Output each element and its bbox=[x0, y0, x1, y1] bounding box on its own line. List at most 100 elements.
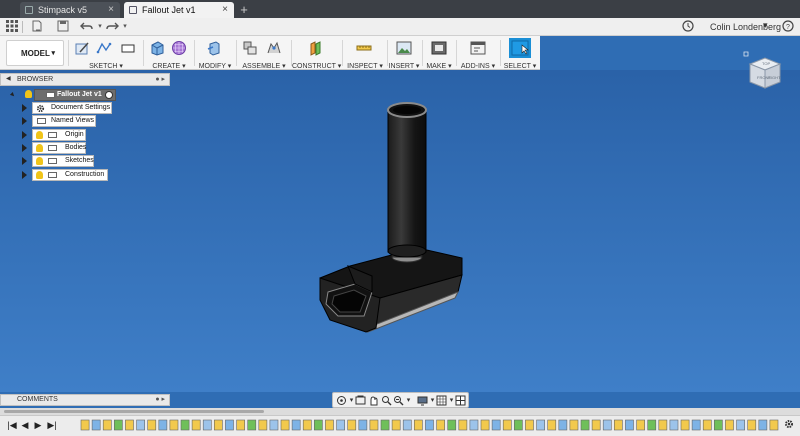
activate-component-icon[interactable] bbox=[105, 91, 113, 99]
browser-root-node[interactable]: Fallout Jet v1 bbox=[34, 89, 116, 101]
undo-icon[interactable] bbox=[80, 20, 94, 34]
offset-plane-icon[interactable] bbox=[308, 40, 324, 56]
sketch-group-label[interactable]: SKETCH ▾ bbox=[70, 62, 142, 70]
timeline-feature[interactable] bbox=[369, 419, 379, 431]
new-component-icon[interactable] bbox=[242, 40, 258, 56]
timeline-feature[interactable] bbox=[280, 419, 290, 431]
timeline-feature[interactable] bbox=[525, 419, 534, 431]
timeline-feature[interactable] bbox=[80, 419, 90, 431]
expand-icon[interactable] bbox=[22, 131, 27, 139]
expand-icon[interactable] bbox=[22, 104, 27, 112]
timeline-feature[interactable] bbox=[247, 419, 257, 431]
visibility-bulb-icon[interactable] bbox=[36, 144, 43, 152]
timeline-feature[interactable] bbox=[513, 419, 523, 431]
timeline-feature[interactable] bbox=[547, 419, 557, 431]
timeline-feature[interactable] bbox=[502, 419, 512, 431]
tab-stimpack[interactable]: Stimpack v5 × bbox=[20, 2, 120, 18]
tab-close-icon[interactable]: × bbox=[108, 2, 114, 18]
construct-group-label[interactable]: CONSTRUCT ▾ bbox=[292, 62, 341, 70]
timeline-feature[interactable] bbox=[436, 419, 446, 431]
browser-item-construction[interactable]: Construction bbox=[32, 169, 108, 181]
select-icon[interactable] bbox=[509, 38, 531, 58]
timeline-feature[interactable] bbox=[569, 419, 579, 431]
panel-controls[interactable]: ● ▸ bbox=[155, 395, 165, 405]
timeline-feature[interactable] bbox=[725, 419, 734, 431]
file-icon[interactable] bbox=[30, 20, 44, 34]
help-icon[interactable]: ? bbox=[781, 20, 795, 34]
timeline-feature[interactable] bbox=[125, 419, 134, 431]
modify-group[interactable]: MODIFY ▾ bbox=[196, 37, 234, 70]
save-icon[interactable] bbox=[56, 20, 70, 34]
timeline-track[interactable] bbox=[80, 416, 780, 434]
3d-print-icon[interactable] bbox=[431, 40, 447, 56]
timeline-feature[interactable] bbox=[147, 419, 157, 431]
inspect-group[interactable]: INSPECT ▾ bbox=[344, 37, 386, 70]
grid-icon[interactable] bbox=[5, 20, 19, 34]
expand-icon[interactable] bbox=[22, 157, 27, 165]
browser-item-bodies[interactable]: Bodies bbox=[32, 142, 86, 154]
visibility-bulb-icon[interactable] bbox=[25, 90, 32, 98]
new-tab-button[interactable]: + bbox=[237, 3, 251, 17]
timeline-feature[interactable] bbox=[447, 419, 457, 431]
create-sketch-icon[interactable] bbox=[74, 40, 90, 56]
timeline-feature[interactable] bbox=[136, 419, 145, 431]
timeline-feature[interactable] bbox=[747, 419, 757, 431]
timeline-feature[interactable] bbox=[625, 419, 634, 431]
insert-group-label[interactable]: INSERT ▾ bbox=[388, 62, 420, 70]
timeline-feature[interactable] bbox=[580, 419, 590, 431]
timeline-feature[interactable] bbox=[758, 419, 768, 431]
timeline-feature[interactable] bbox=[302, 419, 312, 431]
timeline-feature[interactable] bbox=[458, 419, 468, 431]
measure-icon[interactable] bbox=[356, 40, 372, 56]
timeline-feature[interactable] bbox=[91, 419, 101, 431]
timeline-feature[interactable] bbox=[113, 419, 123, 431]
browser-panel-header[interactable]: ◀ BROWSER ● ▸ bbox=[0, 73, 170, 86]
timeline-feature[interactable] bbox=[769, 419, 779, 431]
insert-image-icon[interactable] bbox=[396, 40, 412, 56]
home-icon[interactable] bbox=[743, 51, 749, 57]
clock-icon[interactable] bbox=[681, 20, 695, 34]
timeline-feature[interactable] bbox=[425, 419, 434, 431]
timeline-feature[interactable] bbox=[669, 419, 679, 431]
timeline-feature[interactable] bbox=[380, 419, 390, 431]
viewcube[interactable]: FRONT RIGHT TOP bbox=[742, 50, 788, 94]
timeline-feature[interactable] bbox=[180, 419, 190, 431]
timeline-feature[interactable] bbox=[347, 419, 357, 431]
timeline-feature[interactable] bbox=[480, 419, 490, 431]
timeline-feature[interactable] bbox=[491, 419, 501, 431]
workspace-switcher[interactable]: MODEL ▾ bbox=[6, 40, 64, 66]
timeline-feature[interactable] bbox=[536, 419, 546, 431]
timeline-feature[interactable] bbox=[658, 419, 668, 431]
sketch-group[interactable]: SKETCH ▾ bbox=[70, 37, 142, 70]
expand-icon[interactable] bbox=[22, 144, 27, 152]
timeline-feature[interactable] bbox=[613, 419, 623, 431]
press-pull-icon[interactable] bbox=[206, 40, 222, 56]
add-ins-group-label[interactable]: ADD-INS ▾ bbox=[458, 62, 498, 70]
timeline-feature[interactable] bbox=[591, 419, 601, 431]
create-group[interactable]: CREATE ▾ bbox=[146, 37, 192, 70]
rectangle-icon[interactable] bbox=[120, 40, 136, 56]
browser-item-origin[interactable]: Origin bbox=[32, 129, 86, 141]
user-dropdown-caret[interactable]: ▾ bbox=[763, 20, 768, 31]
collapse-icon[interactable]: ◀ bbox=[6, 74, 11, 85]
timeline-feature[interactable] bbox=[402, 419, 412, 431]
viewports-icon[interactable] bbox=[455, 395, 466, 406]
timeline-end-button[interactable]: ▶| bbox=[47, 419, 57, 431]
assemble-group-label[interactable]: ASSEMBLE ▾ bbox=[238, 62, 290, 70]
select-group-label[interactable]: SELECT ▾ bbox=[502, 62, 538, 70]
insert-group[interactable]: INSERT ▾ bbox=[388, 37, 420, 70]
timeline-play-button[interactable]: ▶ bbox=[33, 419, 43, 431]
form-icon[interactable] bbox=[171, 40, 187, 56]
timeline-previous-button[interactable]: ◀ bbox=[20, 419, 30, 431]
joint-icon[interactable] bbox=[266, 40, 282, 56]
timeline-feature[interactable] bbox=[236, 419, 246, 431]
timeline-feature[interactable] bbox=[191, 419, 201, 431]
timeline-feature[interactable] bbox=[258, 419, 268, 431]
expand-icon[interactable] bbox=[22, 171, 27, 179]
timeline-feature[interactable] bbox=[358, 419, 368, 431]
comments-panel-header[interactable]: COMMENTS ● ▸ bbox=[0, 394, 170, 406]
user-name[interactable]: Colin Londenberg bbox=[710, 22, 781, 32]
timeline-feature[interactable] bbox=[558, 419, 568, 431]
modify-group-label[interactable]: MODIFY ▾ bbox=[196, 62, 234, 70]
timeline-feature[interactable] bbox=[702, 419, 712, 431]
